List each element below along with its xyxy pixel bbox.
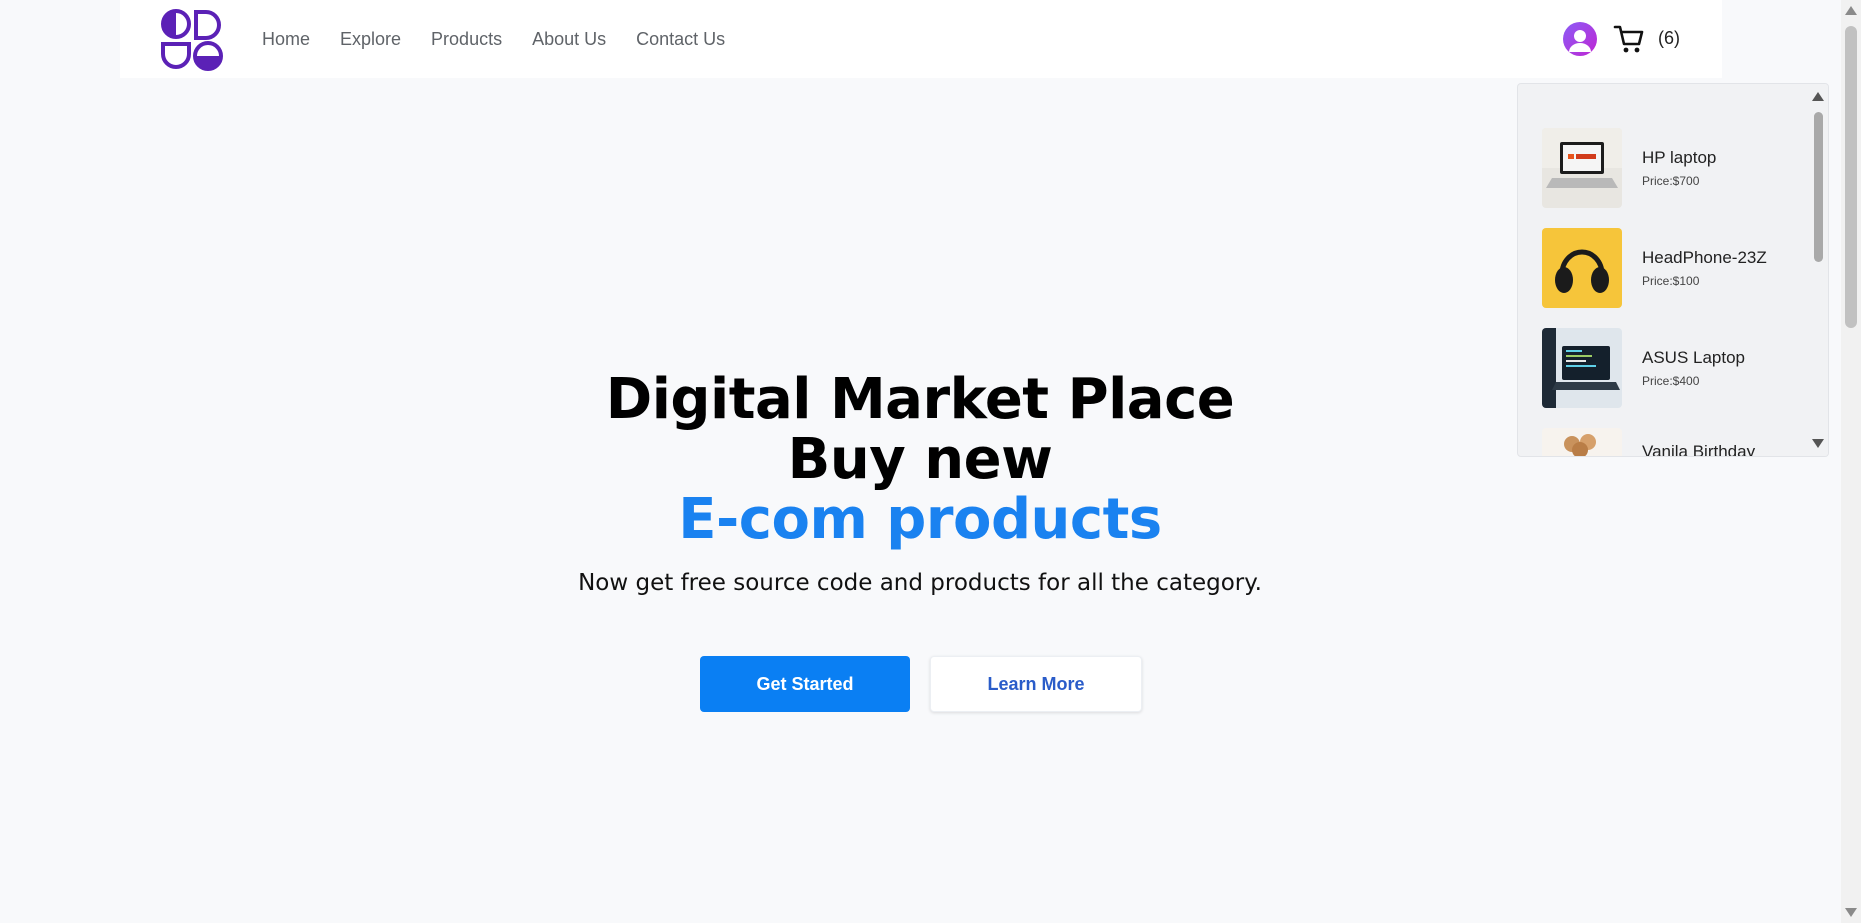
cart-dropdown: HP laptop Price:$700 HeadPhone-23Z Price… [1517,83,1829,457]
page-scrollbar[interactable] [1841,0,1861,923]
hero-actions: Get Started Learn More [700,656,1142,712]
user-avatar[interactable] [1563,22,1597,56]
cart-icon[interactable] [1613,23,1645,55]
get-started-button[interactable]: Get Started [700,656,910,712]
hero-title: Digital Market Place Buy new E-com produ… [420,370,1420,550]
cart-item-name: HP laptop [1642,148,1717,167]
cart-item[interactable]: HeadPhone-23Z Price:$100 [1542,228,1802,308]
nav-contact-us[interactable]: Contact Us [636,0,725,78]
cart-item[interactable]: HP laptop Price:$700 [1542,128,1802,208]
hero-title-line-1: Digital Market Place [605,367,1235,432]
cart-item-name: Vanila Birthday [1642,442,1756,457]
laptop-image [1542,128,1622,208]
scroll-down-icon[interactable] [1812,439,1824,448]
hero-title-accent: E-com products [678,487,1162,552]
cart-item[interactable]: Vanila Birthday [1542,428,1802,457]
cart-item-price: Price:$700 [1642,174,1700,188]
nav-home[interactable]: Home [262,0,310,78]
laptop-code-image [1542,328,1622,408]
cake-image [1542,428,1622,456]
scrollbar-thumb[interactable] [1845,26,1857,328]
header: Home Explore Products About Us Contact U… [0,0,1861,78]
nav-explore[interactable]: Explore [340,0,401,78]
hero-subtitle: Now get free source code and products fo… [578,570,1262,596]
scroll-up-icon[interactable] [1845,6,1857,15]
logo-icon[interactable] [160,8,224,72]
headphone-image [1542,228,1622,308]
user-icon [1569,30,1591,52]
hero: Digital Market Place Buy new E-com produ… [420,370,1420,597]
hero-title-line-2: Buy new [787,427,1053,492]
cart-item-thumbnail [1542,228,1622,308]
cart-scrollbar[interactable] [1808,84,1828,456]
cart-item-price: Price:$400 [1642,374,1700,388]
cart-item-thumbnail [1542,428,1622,456]
scrollbar-thumb[interactable] [1814,112,1823,262]
nav-about-us[interactable]: About Us [532,0,606,78]
cart-list: HP laptop Price:$700 HeadPhone-23Z Price… [1518,84,1808,456]
cart-count: (6) [1658,28,1680,48]
nav-products[interactable]: Products [431,0,502,78]
cart-item-price: Price:$100 [1642,274,1700,288]
scroll-down-icon[interactable] [1845,908,1857,917]
cart-item[interactable]: ASUS Laptop Price:$400 [1542,328,1802,408]
cart-item-thumbnail [1542,328,1622,408]
scroll-up-icon[interactable] [1812,92,1824,101]
cart-item-name: ASUS Laptop [1642,348,1746,367]
cart-item-name: HeadPhone-23Z [1642,248,1767,267]
learn-more-button[interactable]: Learn More [930,656,1142,712]
main-nav: Home Explore Products About Us Contact U… [262,0,755,78]
cart-item-thumbnail [1542,128,1622,208]
